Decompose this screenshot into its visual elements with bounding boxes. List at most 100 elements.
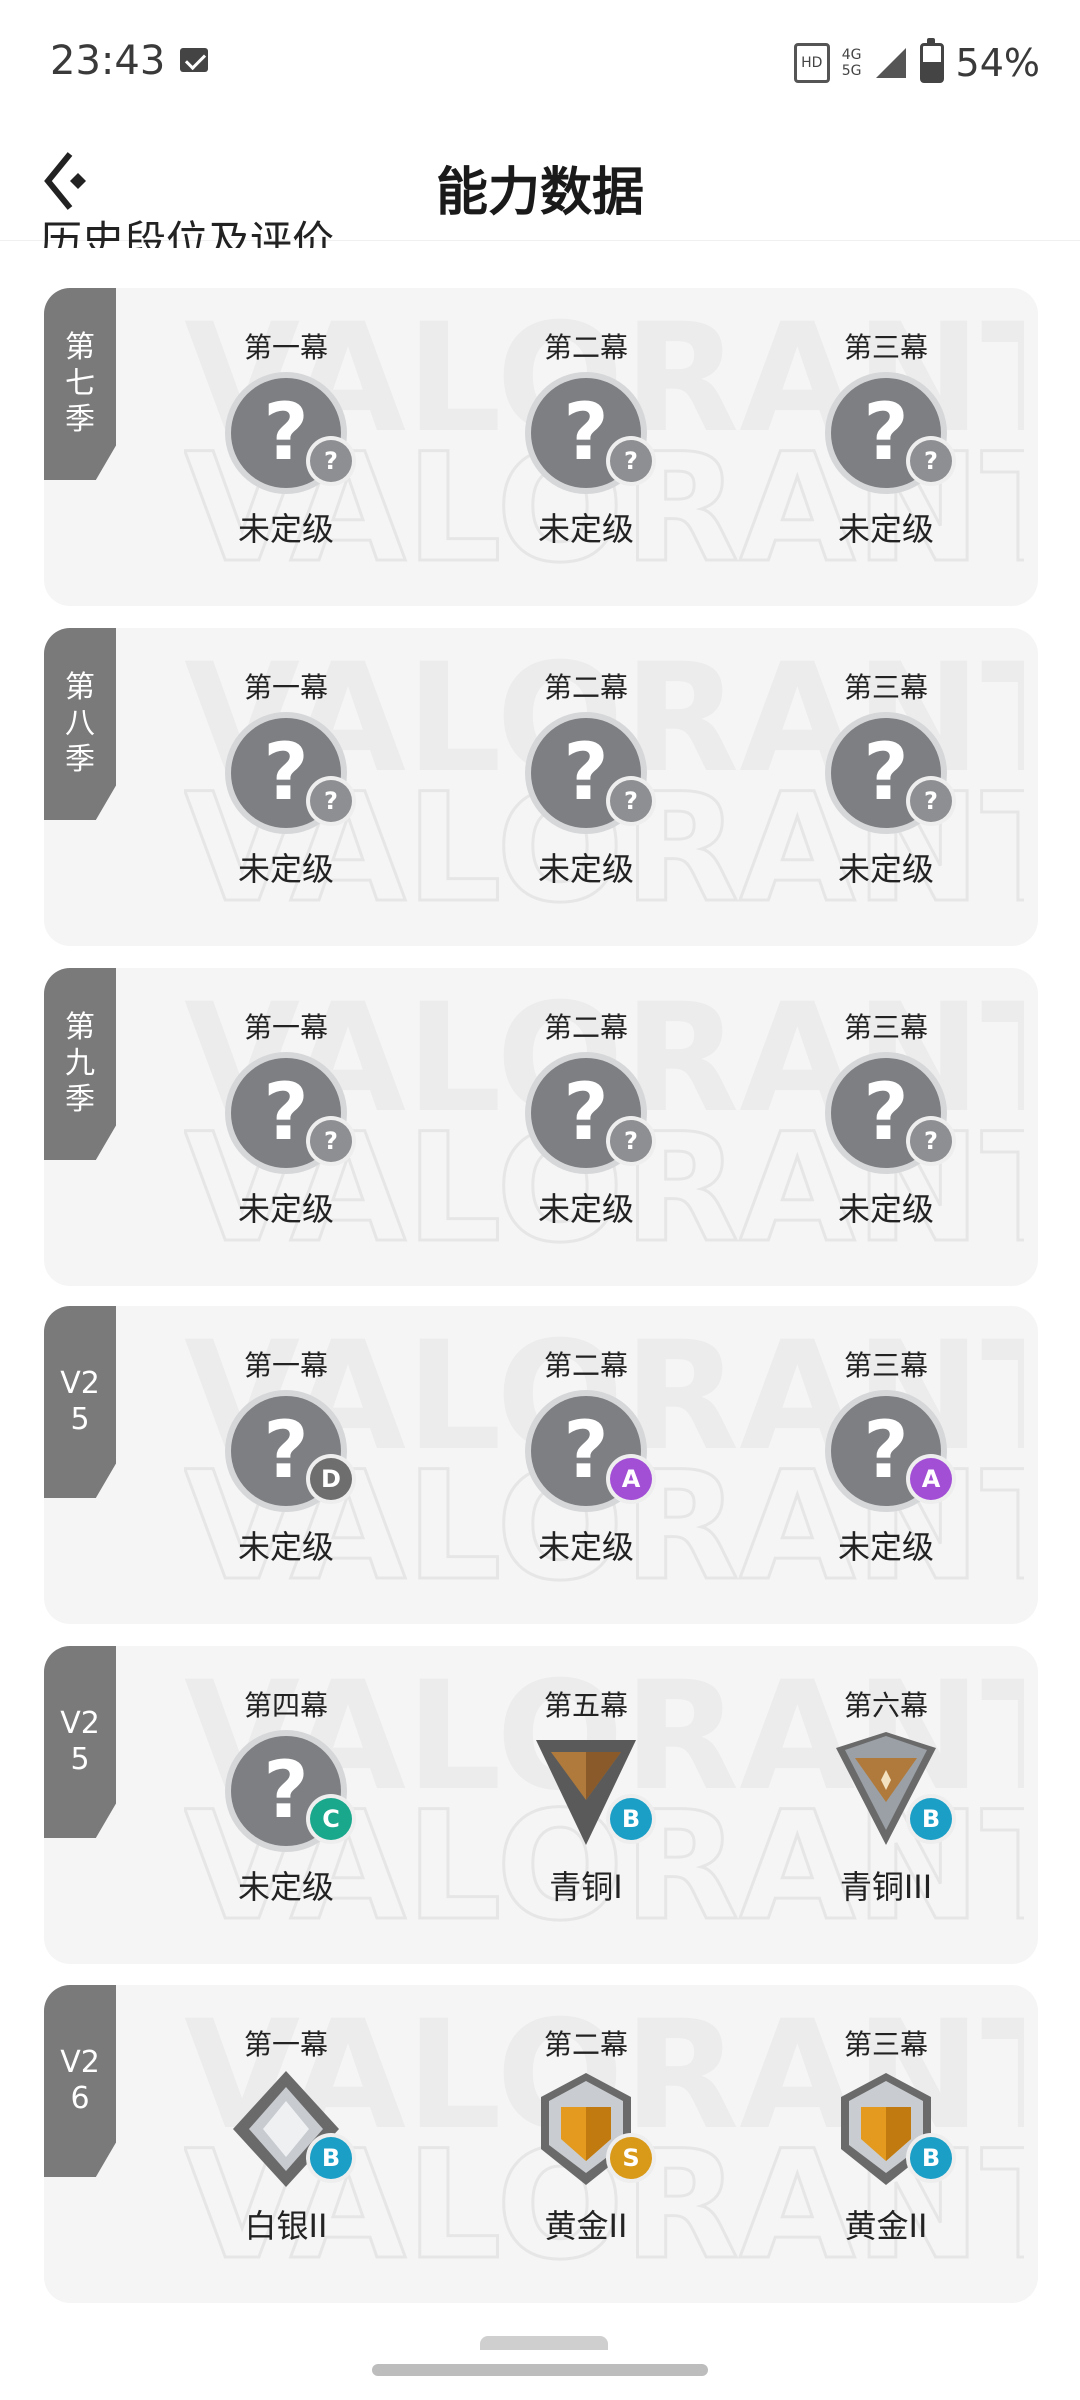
rank-emblem: ?? bbox=[216, 708, 356, 838]
signal-icon bbox=[874, 46, 908, 80]
status-bar: 23:43 HD 4G 5G 54% bbox=[0, 0, 1080, 120]
season-tag-char: 九 bbox=[65, 1046, 95, 1081]
performance-badge: B bbox=[910, 2137, 952, 2179]
performance-badge: S bbox=[610, 2137, 652, 2179]
rank-emblem: ?? bbox=[816, 1048, 956, 1178]
rank-name: 黄金II bbox=[544, 2207, 628, 2245]
rank-name: 未定级 bbox=[837, 1190, 934, 1228]
rank-name: 未定级 bbox=[237, 850, 334, 888]
act-item[interactable]: 第五幕 B 青铜I bbox=[486, 1684, 686, 1908]
notification-mail-icon bbox=[180, 48, 208, 72]
act-name: 第二幕 bbox=[543, 2028, 628, 2061]
performance-badge: ? bbox=[910, 780, 952, 822]
performance-badge: ? bbox=[610, 780, 652, 822]
act-item[interactable]: 第三幕?? 未定级 bbox=[786, 666, 986, 890]
act-name: 第三幕 bbox=[843, 2028, 928, 2061]
season-tag: 第八季 bbox=[44, 628, 116, 820]
act-item[interactable]: 第一幕 ? D 未定级 bbox=[186, 1344, 386, 1568]
battery-percent: 54% bbox=[955, 41, 1040, 85]
season-card: VALORANTVALORANT第九季第一幕??未定级第二幕??未定级第三幕??… bbox=[44, 968, 1038, 1286]
act-item[interactable]: 第三幕?? 未定级 bbox=[786, 326, 986, 550]
season-tag-char: 季 bbox=[65, 402, 95, 437]
performance-badge: ? bbox=[610, 440, 652, 482]
season-card: VALORANTVALORANT第八季第一幕??未定级第二幕??未定级第三幕??… bbox=[44, 628, 1038, 946]
season-tag-char: V2 bbox=[60, 2045, 100, 2080]
season-tag: V2 5 bbox=[44, 1306, 116, 1498]
act-name: 第一幕 bbox=[243, 331, 328, 364]
rank-name: 未定级 bbox=[537, 1190, 634, 1228]
season-tag: 第七季 bbox=[44, 288, 116, 480]
act-name: 第一幕 bbox=[243, 1349, 328, 1382]
act-item[interactable]: 第四幕 ? C 未定级 bbox=[186, 1684, 386, 1908]
season-tag-char: 第 bbox=[65, 330, 95, 365]
performance-badge: ? bbox=[310, 1120, 352, 1162]
season-tag-char: 第 bbox=[65, 1010, 95, 1045]
act-item[interactable]: 第三幕 ? A 未定级 bbox=[786, 1344, 986, 1568]
section-heading: 历史段位及评价 bbox=[40, 217, 335, 248]
act-item[interactable]: 第一幕?? 未定级 bbox=[186, 666, 386, 890]
performance-badge: B bbox=[610, 1798, 652, 1840]
rank-name: 未定级 bbox=[237, 1868, 334, 1906]
rank-name: 黄金II bbox=[844, 2207, 928, 2245]
rank-emblem: B bbox=[516, 1726, 656, 1856]
network-type-bottom: 5G bbox=[841, 63, 862, 79]
rank-name: 未定级 bbox=[837, 850, 934, 888]
act-item[interactable]: 第二幕 S 黄金II bbox=[486, 2023, 686, 2247]
performance-badge: D bbox=[310, 1458, 352, 1500]
season-card: VALORANTVALORANTV25第四幕?C未定级第五幕B青铜I第六幕B青铜… bbox=[44, 1646, 1038, 1964]
act-item[interactable]: 第一幕?? 未定级 bbox=[186, 326, 386, 550]
season-tag-char: 季 bbox=[65, 1082, 95, 1117]
act-item[interactable]: 第三幕 B 黄金II bbox=[786, 2023, 986, 2247]
act-name: 第二幕 bbox=[543, 331, 628, 364]
performance-badge: B bbox=[910, 1798, 952, 1840]
rank-name: 未定级 bbox=[237, 1528, 334, 1566]
status-time: 23:43 bbox=[50, 38, 166, 84]
act-item[interactable]: 第二幕?? 未定级 bbox=[486, 326, 686, 550]
rank-emblem: ?? bbox=[816, 708, 956, 838]
performance-badge: ? bbox=[910, 440, 952, 482]
rank-emblem: ? A bbox=[516, 1386, 656, 1516]
act-item[interactable]: 第一幕?? 未定级 bbox=[186, 1006, 386, 1230]
rank-emblem: ?? bbox=[516, 708, 656, 838]
rank-name: 未定级 bbox=[837, 510, 934, 548]
rank-name: 青铜I bbox=[549, 1868, 623, 1906]
performance-badge: A bbox=[910, 1458, 952, 1500]
season-card: VALORANTVALORANT第七季第一幕??未定级第二幕??未定级第三幕??… bbox=[44, 288, 1038, 606]
act-item[interactable]: 第二幕?? 未定级 bbox=[486, 666, 686, 890]
scroll-peek-indicator bbox=[480, 2336, 608, 2350]
rank-name: 未定级 bbox=[837, 1528, 934, 1566]
act-name: 第五幕 bbox=[543, 1689, 628, 1722]
hd-voice-icon: HD bbox=[793, 43, 830, 83]
season-card: VALORANTVALORANTV25第一幕?D未定级第二幕?A未定级第三幕?A… bbox=[44, 1306, 1038, 1624]
rank-emblem: ?? bbox=[816, 368, 956, 498]
act-item[interactable]: 第六幕 B 青铜III bbox=[786, 1684, 986, 1908]
performance-badge: A bbox=[610, 1458, 652, 1500]
network-type: 4G 5G bbox=[842, 47, 862, 79]
season-tag-char: 季 bbox=[65, 742, 95, 777]
act-item[interactable]: 第三幕?? 未定级 bbox=[786, 1006, 986, 1230]
season-tag: V2 5 bbox=[44, 1646, 116, 1838]
act-name: 第一幕 bbox=[243, 2028, 328, 2061]
act-item[interactable]: 第二幕?? 未定级 bbox=[486, 1006, 686, 1230]
performance-badge: C bbox=[310, 1798, 352, 1840]
rank-name: 未定级 bbox=[537, 1528, 634, 1566]
performance-badge: ? bbox=[910, 1120, 952, 1162]
act-name: 第三幕 bbox=[843, 671, 928, 704]
act-item[interactable]: 第一幕 B 白银II bbox=[186, 2023, 386, 2247]
rank-emblem: ? D bbox=[216, 1386, 356, 1516]
act-name: 第二幕 bbox=[543, 1011, 628, 1044]
season-tag: 第九季 bbox=[44, 968, 116, 1160]
rank-emblem: ?? bbox=[216, 368, 356, 498]
status-right-group: HD 4G 5G 54% bbox=[793, 38, 1040, 88]
rank-emblem: S bbox=[516, 2065, 656, 2195]
season-tag-char: V2 bbox=[60, 1366, 100, 1401]
rank-name: 未定级 bbox=[237, 1190, 334, 1228]
rank-emblem: ?? bbox=[516, 368, 656, 498]
act-item[interactable]: 第二幕 ? A 未定级 bbox=[486, 1344, 686, 1568]
network-type-top: 4G bbox=[841, 47, 862, 63]
act-name: 第三幕 bbox=[843, 331, 928, 364]
home-gesture-bar[interactable] bbox=[372, 2364, 708, 2376]
act-name: 第二幕 bbox=[543, 671, 628, 704]
rank-name: 未定级 bbox=[537, 850, 634, 888]
season-card: VALORANTVALORANTV26第一幕B白银II第二幕S黄金II第三幕B黄… bbox=[44, 1985, 1038, 2303]
